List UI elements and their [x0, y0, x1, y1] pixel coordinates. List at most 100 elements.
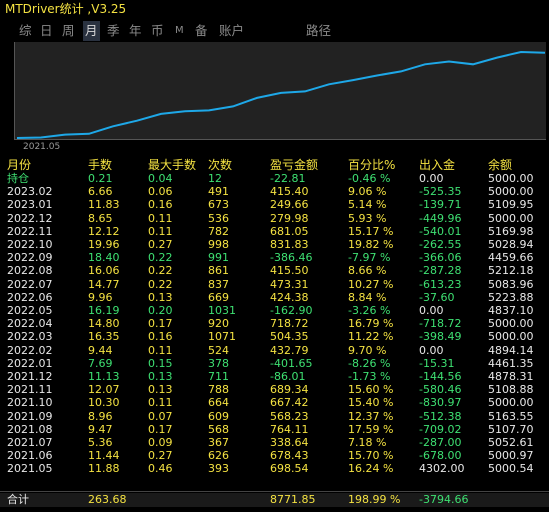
table-row[interactable]: 2022.12 8.65 0.11 536 279.98 5.93 % -449.96 500…: [0, 212, 549, 226]
cell-max-lots: 0.04: [148, 172, 173, 185]
table-row[interactable]: 2022.08 16.06 0.22 861 415.50 8.66 % -287.28 52…: [0, 264, 549, 278]
table-row[interactable]: 2021.10 10.30 0.11 664 667.42 15.40 % -830.97 5…: [0, 396, 549, 410]
tab-notes[interactable]: 备: [195, 21, 208, 41]
tab-month[interactable]: 月: [83, 21, 100, 41]
tab-magic[interactable]: M: [175, 21, 184, 41]
cell-month: 2022.11: [7, 224, 53, 238]
cell-balance: 5000.97: [488, 449, 534, 463]
table-row[interactable]: 2022.02 9.44 0.11 524 432.79 9.70 % 0.00 4894.1…: [0, 344, 549, 358]
table-row[interactable]: 2021.09 8.96 0.07 609 568.23 12.37 % -512.38 51…: [0, 410, 549, 424]
cell-count: 491: [208, 185, 229, 199]
total-profit: 8771.85: [270, 493, 316, 506]
cell-lots: 6.66: [88, 185, 113, 199]
cell-month: 2021.05: [7, 462, 53, 476]
tab-day[interactable]: 日: [40, 21, 53, 41]
cell-percent: -0.46 %: [348, 172, 391, 185]
cell-month: 2021.10: [7, 396, 53, 410]
cell-balance: 5223.88: [488, 290, 534, 304]
cell-profit: 698.54: [270, 462, 309, 476]
table-row[interactable]: 2021.07 5.36 0.09 367 338.64 7.18 % -287.00 505…: [0, 436, 549, 450]
cell-month: 2023.01: [7, 198, 53, 212]
table-header: 月份 手数 最大手数 次数 盈亏金额 百分比% 出入金 余额: [0, 158, 549, 172]
cell-balance: 5107.70: [488, 422, 534, 436]
table-row[interactable]: 2021.05 11.88 0.46 393 698.54 16.24 % 4302.00 5…: [0, 462, 549, 476]
table-row[interactable]: 2022.10 19.96 0.27 998 831.83 19.82 % -262.55 5…: [0, 238, 549, 252]
table-row[interactable]: 2022.03 16.35 0.16 1071 504.35 11.22 % -398.49…: [0, 330, 549, 344]
cell-profit: 689.34: [270, 383, 309, 397]
cell-deposit: -262.55: [419, 238, 462, 251]
cell-lots: 8.96: [88, 409, 113, 423]
tab-quarter[interactable]: 季: [107, 21, 120, 41]
header-percent[interactable]: 百分比%: [348, 158, 395, 172]
cell-profit: 568.23: [270, 409, 309, 423]
header-count[interactable]: 次数: [208, 158, 232, 172]
tab-week[interactable]: 周: [62, 21, 75, 41]
table-row[interactable]: 2021.08 9.47 0.17 568 764.11 17.59 % -709.02 51…: [0, 423, 549, 437]
cell-percent: 5.93 %: [348, 211, 387, 225]
cell-count: 536: [208, 211, 229, 225]
cell-month: 2021.08: [7, 422, 53, 436]
table-row[interactable]: 2021.11 12.07 0.13 788 689.34 15.60 % -580.46 5…: [0, 383, 549, 397]
cell-max-lots: 0.17: [148, 317, 173, 331]
cell-month: 2021.09: [7, 409, 53, 423]
cell-lots: 16.19: [88, 304, 120, 317]
table-row[interactable]: 2022.01 7.69 0.15 378 -401.65 -8.26 % -15.31 44…: [0, 357, 549, 371]
table-row[interactable]: 2022.07 14.77 0.22 837 473.31 10.27 % -613.23 5…: [0, 278, 549, 292]
cell-percent: 10.27 %: [348, 277, 394, 291]
cell-count: 378: [208, 356, 229, 370]
table-row[interactable]: 持仓 0.21 0.04 12 -22.81 -0.46 % 0.00 5000.00: [0, 172, 549, 186]
cell-percent: 19.82 %: [348, 238, 394, 251]
cell-deposit: 0.00: [419, 172, 444, 185]
cell-deposit: -144.56: [419, 370, 462, 383]
table-row[interactable]: 2022.05 16.19 0.20 1031 -162.90 -3.26 % 0.00 48…: [0, 304, 549, 318]
cell-lots: 14.80: [88, 317, 120, 331]
tab-path[interactable]: 路径: [306, 21, 331, 41]
cell-count: 568: [208, 422, 229, 436]
cell-percent: 8.84 %: [348, 290, 387, 304]
cell-deposit: -37.60: [419, 290, 455, 304]
cell-count: 711: [208, 370, 229, 383]
cell-deposit: -525.35: [419, 185, 462, 199]
table-row[interactable]: 2022.09 18.40 0.22 991 -386.46 -7.97 % -366.06…: [0, 251, 549, 265]
cell-deposit: -287.00: [419, 436, 462, 449]
cell-percent: 15.17 %: [348, 224, 394, 238]
tab-summary[interactable]: 综: [19, 21, 32, 41]
cell-deposit: -540.01: [419, 224, 462, 238]
header-month[interactable]: 月份: [7, 158, 31, 172]
equity-line: [16, 50, 546, 139]
header-lots[interactable]: 手数: [88, 158, 112, 172]
cell-max-lots: 0.11: [148, 224, 173, 238]
cell-lots: 7.69: [88, 356, 113, 370]
cell-count: 673: [208, 198, 229, 212]
tab-currency[interactable]: 币: [151, 21, 164, 41]
cell-profit: -386.46: [270, 251, 313, 265]
cell-lots: 9.47: [88, 422, 113, 436]
tab-year[interactable]: 年: [129, 21, 142, 41]
tab-account[interactable]: 账户: [219, 21, 244, 41]
cell-deposit: -449.96: [419, 211, 462, 225]
cell-month: 2022.10: [7, 238, 53, 251]
header-profit[interactable]: 盈亏金额: [270, 158, 318, 172]
equity-chart-svg: [16, 50, 546, 139]
cell-profit: 678.43: [270, 449, 309, 463]
header-balance[interactable]: 余额: [488, 158, 512, 172]
table-row[interactable]: 2023.01 11.83 0.16 673 249.66 5.14 % -139.71 51…: [0, 198, 549, 212]
equity-chart: [14, 42, 548, 140]
cell-profit: 764.11: [270, 422, 309, 436]
table-row[interactable]: 2022.11 12.12 0.11 782 681.05 15.17 % -540.01 5…: [0, 225, 549, 239]
table-row[interactable]: 2022.04 14.80 0.17 920 718.72 16.79 % -718.72 5…: [0, 317, 549, 331]
header-deposit[interactable]: 出入金: [419, 158, 455, 172]
header-max-lots[interactable]: 最大手数: [148, 158, 196, 172]
table-row[interactable]: 2021.12 11.13 0.13 711 -86.01 -1.73 % -144.56 4…: [0, 370, 549, 384]
cell-deposit: -398.49: [419, 330, 462, 344]
cell-profit: 415.50: [270, 264, 309, 278]
cell-percent: 12.37 %: [348, 409, 394, 423]
cell-balance: 5000.54: [488, 462, 534, 476]
cell-profit: 681.05: [270, 224, 309, 238]
period-tabs: 综 日 周 月 季 年 币 M 备 账户 路径: [0, 21, 549, 41]
table-row[interactable]: 2021.06 11.44 0.27 626 678.43 15.70 % -678.00 5…: [0, 449, 549, 463]
cell-balance: 5109.95: [488, 198, 534, 212]
table-row[interactable]: 2022.06 9.96 0.13 669 424.38 8.84 % -37.60 5223…: [0, 291, 549, 305]
cell-month: 2022.12: [7, 211, 53, 225]
table-row[interactable]: 2023.02 6.66 0.06 491 415.40 9.06 % -525.35 500…: [0, 185, 549, 199]
